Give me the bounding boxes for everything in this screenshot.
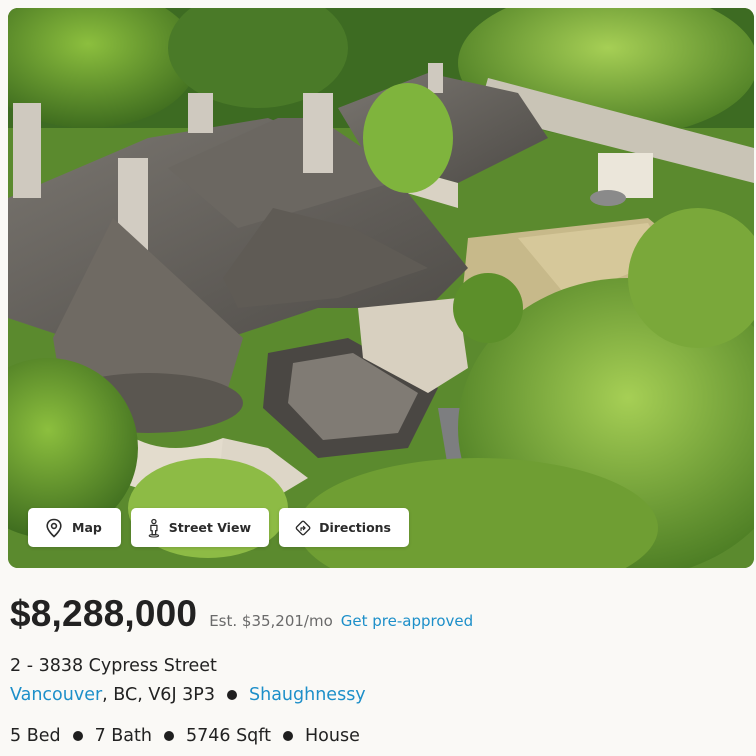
street-view-button[interactable]: Street View xyxy=(131,508,269,547)
street-address: 2 - 3838 Cypress Street xyxy=(10,656,217,676)
photo-action-bar: Map Street View Directions xyxy=(28,508,409,547)
listing-photo[interactable]: Map Street View Directions xyxy=(8,8,754,568)
city-link[interactable]: Vancouver xyxy=(10,685,102,705)
directions-button-label: Directions xyxy=(319,520,391,535)
separator-dot xyxy=(72,731,83,741)
directions-button[interactable]: Directions xyxy=(279,508,409,547)
spec-sqft: 5746 Sqft xyxy=(185,726,271,746)
spec-type: House xyxy=(305,726,360,746)
map-pin-icon xyxy=(44,518,64,538)
separator-dot xyxy=(163,731,174,741)
listing-price: $8,288,000 xyxy=(10,593,198,634)
person-icon xyxy=(147,518,161,538)
monthly-estimate: Est. $35,201/mo xyxy=(209,612,333,630)
map-button[interactable]: Map xyxy=(28,508,121,547)
listing-specs: 5 Bed 7 Bath 5746 Sqft House xyxy=(10,726,360,746)
price-row: $8,288,000 Est. $35,201/mo Get pre-appro… xyxy=(10,593,473,635)
map-button-label: Map xyxy=(72,520,102,535)
street-view-button-label: Street View xyxy=(168,520,251,535)
separator-dot xyxy=(283,731,293,741)
spec-baths: 7 Bath xyxy=(94,726,152,746)
region-postal: , BC, V6J 3P3 xyxy=(102,685,215,705)
locality-line: Vancouver , BC, V6J 3P3 Shaughnessy xyxy=(10,685,366,705)
get-preapproved-link[interactable]: Get pre-approved xyxy=(341,612,473,630)
house-aerial-image xyxy=(8,8,754,568)
neighbourhood-link[interactable]: Shaughnessy xyxy=(249,685,366,705)
spec-beds: 5 Bed xyxy=(10,726,61,746)
separator-dot xyxy=(227,690,237,700)
directions-icon xyxy=(295,518,311,538)
